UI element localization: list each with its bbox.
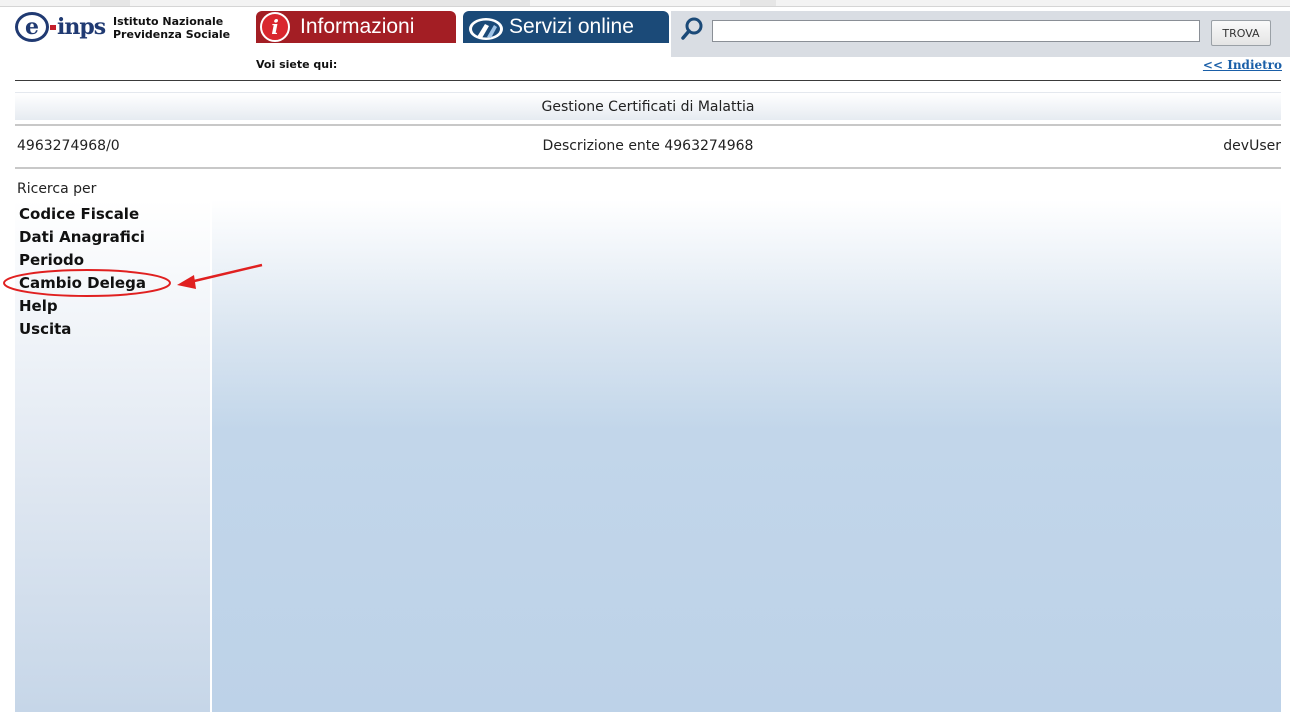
logo-dash bbox=[50, 24, 56, 30]
page-title: Gestione Certificati di Malattia bbox=[15, 92, 1281, 120]
institute-line-2: Previdenza Sociale bbox=[113, 28, 231, 41]
main-content-area bbox=[212, 200, 1281, 712]
sidebar-item-help[interactable]: Help bbox=[19, 295, 146, 318]
search-input[interactable] bbox=[712, 20, 1200, 42]
info-divider bbox=[15, 167, 1281, 169]
tab-informazioni[interactable]: i Informazioni bbox=[256, 11, 456, 43]
entity-description: Descrizione ente 4963274968 bbox=[542, 138, 754, 154]
sidebar-item-codice-fiscale[interactable]: Codice Fiscale bbox=[19, 203, 146, 226]
logo-e-mark: e bbox=[15, 12, 49, 42]
sidebar-menu: Codice Fiscale Dati Anagrafici Periodo C… bbox=[19, 203, 146, 341]
logo-inps-text: inps bbox=[57, 14, 106, 40]
institute-line-1: Istituto Nazionale bbox=[113, 15, 224, 28]
inps-logo[interactable]: e inps bbox=[15, 12, 106, 42]
search-button[interactable]: TROVA bbox=[1211, 20, 1271, 46]
sidebar-item-periodo[interactable]: Periodo bbox=[19, 249, 146, 272]
username: devUser bbox=[1223, 138, 1281, 154]
title-divider bbox=[15, 124, 1281, 126]
info-icon: i bbox=[260, 12, 290, 42]
tab-servizi-online-label: Servizi online bbox=[509, 15, 634, 38]
institute-name: Istituto Nazionale Previdenza Sociale bbox=[113, 15, 230, 41]
sidebar-item-dati-anagrafici[interactable]: Dati Anagrafici bbox=[19, 226, 146, 249]
entity-code: 4963274968/0 bbox=[17, 138, 120, 154]
search-icon[interactable] bbox=[679, 16, 705, 42]
entity-info-row: Descrizione ente 4963274968 4963274968/0… bbox=[15, 138, 1281, 160]
online-services-icon bbox=[469, 18, 503, 40]
tab-servizi-online[interactable]: Servizi online bbox=[463, 11, 669, 43]
tab-informazioni-label: Informazioni bbox=[300, 15, 415, 38]
search-by-label: Ricerca per bbox=[17, 181, 97, 197]
back-link[interactable]: << Indietro bbox=[1203, 58, 1282, 72]
breadcrumb-label: Voi siete qui: bbox=[256, 58, 338, 71]
header-divider bbox=[15, 80, 1281, 81]
sidebar-item-cambio-delega[interactable]: Cambio Delega bbox=[19, 272, 146, 295]
sidebar-item-uscita[interactable]: Uscita bbox=[19, 318, 146, 341]
top-strip bbox=[0, 0, 1290, 7]
